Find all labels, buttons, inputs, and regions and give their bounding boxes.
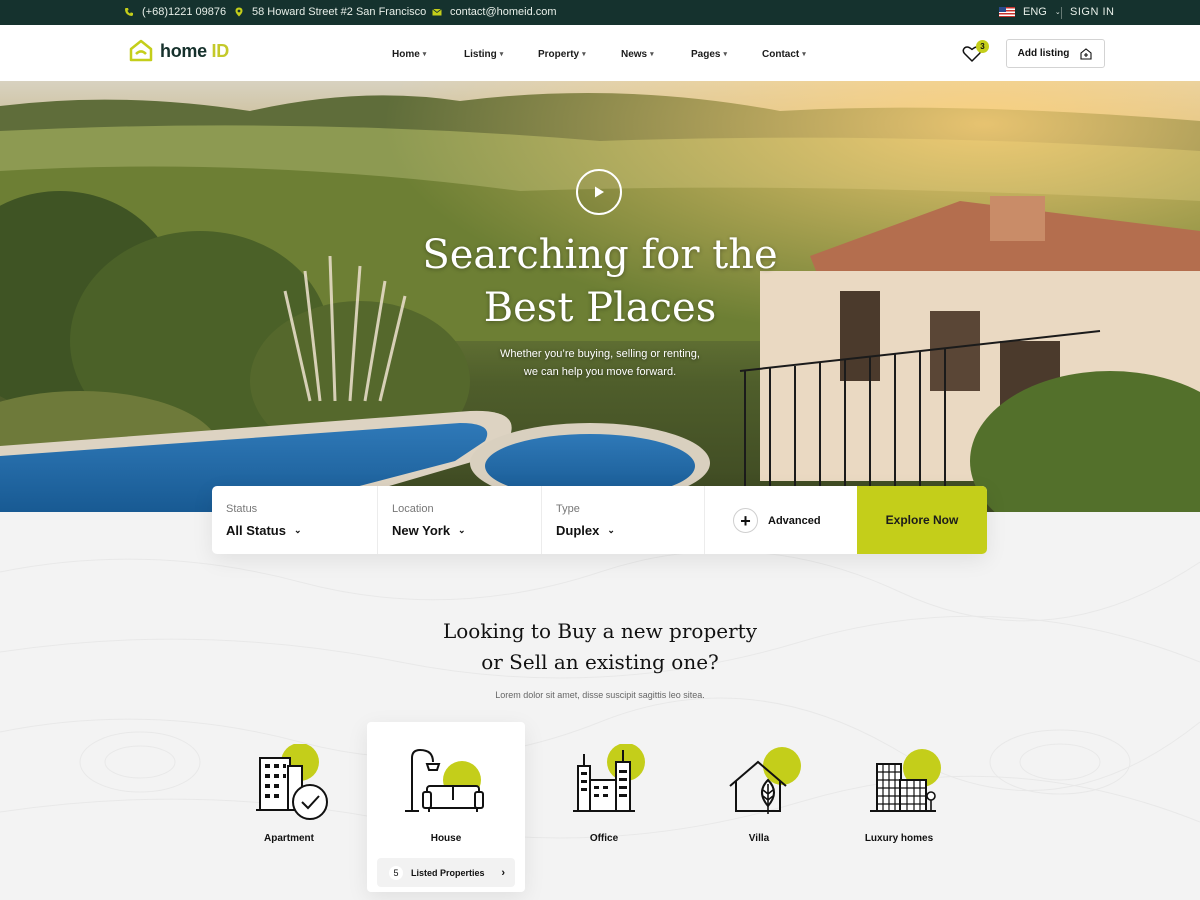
logo-accent-text: ID	[211, 40, 230, 61]
luxury-homes-icon	[820, 744, 978, 824]
section-title-line: Looking to Buy a new property	[442, 619, 757, 643]
category-luxury-homes[interactable]: Luxury homes	[820, 722, 978, 892]
nav-property[interactable]: Property ▾	[538, 46, 621, 62]
nav-label: Contact	[762, 48, 800, 60]
address-text: 58 Howard Street #2 San Francisco	[252, 6, 427, 18]
logo-text: home ID	[160, 41, 229, 62]
section-title: Looking to Buy a new property or Sell an…	[350, 616, 850, 678]
type-dropdown[interactable]: Type Duplex ⌄	[542, 486, 705, 554]
play-icon	[595, 186, 604, 198]
add-listing-label: Add listing	[1017, 48, 1070, 59]
status-value-text: All Status	[226, 523, 286, 538]
wishlist-count-badge: 3	[976, 40, 989, 53]
chevron-down-icon: ⌄	[293, 525, 302, 535]
main-header: home ID Home ▾ Listing ▾ Property ▾ News ▾ P…	[0, 25, 1200, 81]
category-label: Luxury homes	[864, 833, 934, 844]
listed-properties-button[interactable]: 5 Listed Properties ›	[377, 858, 515, 887]
chevron-down-icon: ▾	[582, 51, 586, 58]
advanced-label: Advanced	[768, 514, 821, 527]
category-label: Apartment	[263, 833, 314, 844]
phone-icon	[125, 8, 133, 16]
language-selector[interactable]: ENG ⌄	[999, 6, 1061, 18]
chevron-down-icon: ⌄	[1054, 9, 1061, 16]
category-label: Villa	[748, 833, 770, 844]
category-apartment[interactable]: Apartment	[210, 722, 368, 892]
hero-banner: Searching for the Best Places Whether yo…	[0, 81, 1200, 512]
nav-label: Pages	[691, 48, 721, 60]
listed-label: Listed Properties	[411, 867, 485, 878]
advanced-search-button[interactable]: + Advanced	[733, 508, 821, 533]
logo[interactable]: home ID	[128, 39, 229, 63]
nav-label: Home	[392, 48, 420, 60]
sign-in-link[interactable]: SIGN IN	[1070, 6, 1114, 18]
top-address: 58 Howard Street #2 San Francisco	[234, 6, 426, 18]
location-label: Location	[392, 503, 434, 515]
apartment-icon	[210, 744, 368, 824]
category-label: House	[430, 833, 462, 844]
hero-title-line: Best Places	[483, 285, 717, 331]
location-value: New York ⌄	[392, 523, 466, 538]
explore-now-button[interactable]: Explore Now	[857, 486, 987, 554]
home-logo-icon	[129, 39, 153, 62]
top-email[interactable]: contact@homeid.com	[432, 6, 557, 18]
top-bar: (+68)1221 09876 58 Howard Street #2 San …	[0, 0, 1200, 25]
nav-listing[interactable]: Listing ▾	[464, 46, 538, 62]
main-nav: Home ▾ Listing ▾ Property ▾ News ▾ Pages ▾ Co…	[392, 46, 822, 62]
location-pin-icon	[235, 7, 243, 17]
listed-count: 5	[389, 865, 403, 880]
nav-label: News	[621, 48, 648, 60]
house-plus-icon	[1080, 47, 1092, 60]
section-title-line: or Sell an existing one?	[481, 650, 719, 674]
hero-subtitle-line: we can help you move forward.	[523, 366, 677, 378]
hero-title: Searching for the Best Places	[300, 229, 900, 335]
hero-subtitle: Whether you’re buying, selling or rentin…	[400, 345, 800, 381]
type-value-text: Duplex	[556, 523, 600, 538]
property-search-bar: Status All Status ⌄ Location New York ⌄ Ty…	[212, 486, 987, 554]
chevron-down-icon: ▾	[499, 51, 504, 58]
status-dropdown[interactable]: Status All Status ⌄	[212, 486, 378, 554]
plus-icon: +	[733, 508, 758, 533]
play-video-button[interactable]	[576, 169, 622, 215]
location-value-text: New York	[392, 523, 451, 538]
office-icon	[525, 744, 683, 824]
category-label: Office	[589, 833, 619, 844]
category-office[interactable]: Office	[525, 722, 683, 892]
add-listing-button[interactable]: Add listing	[1006, 39, 1105, 68]
chevron-down-icon: ▾	[422, 51, 427, 58]
chevron-right-icon: ›	[501, 866, 505, 879]
chevron-down-icon: ▾	[802, 51, 806, 58]
hero-title-line: Searching for the	[422, 232, 778, 278]
section-subtitle: Lorem dolor sit amet, disse suscipit sag…	[495, 690, 705, 700]
email-text: contact@homeid.com	[450, 6, 557, 18]
chevron-down-icon: ⌄	[607, 525, 615, 535]
mail-icon	[432, 8, 442, 16]
category-villa[interactable]: Villa	[680, 722, 838, 892]
nav-home[interactable]: Home ▾	[392, 46, 464, 62]
house-icon	[367, 744, 525, 824]
top-phone[interactable]: (+68)1221 09876	[124, 6, 226, 18]
phone-text: (+68)1221 09876	[142, 6, 227, 18]
villa-icon	[680, 744, 838, 824]
status-value: All Status ⌄	[226, 523, 302, 538]
chevron-down-icon: ⌄	[458, 525, 466, 535]
nav-news[interactable]: News ▾	[621, 46, 691, 62]
type-label: Type	[556, 503, 580, 515]
us-flag-icon	[999, 7, 1015, 17]
nav-label: Listing	[464, 48, 497, 60]
location-dropdown[interactable]: Location New York ⌄	[378, 486, 542, 554]
category-house[interactable]: House 5 Listed Properties ›	[367, 722, 525, 892]
nav-label: Property	[538, 48, 580, 60]
status-label: Status	[226, 503, 258, 515]
chevron-down-icon: ▾	[650, 51, 654, 58]
nav-contact[interactable]: Contact ▾	[762, 46, 822, 62]
logo-main-text: home	[160, 40, 207, 61]
topbar-divider	[1061, 7, 1062, 19]
chevron-down-icon: ▾	[723, 51, 727, 58]
language-text: ENG	[1023, 6, 1047, 18]
type-value: Duplex ⌄	[556, 523, 615, 538]
hero-subtitle-line: Whether you’re buying, selling or rentin…	[500, 348, 700, 360]
nav-pages[interactable]: Pages ▾	[691, 46, 762, 62]
